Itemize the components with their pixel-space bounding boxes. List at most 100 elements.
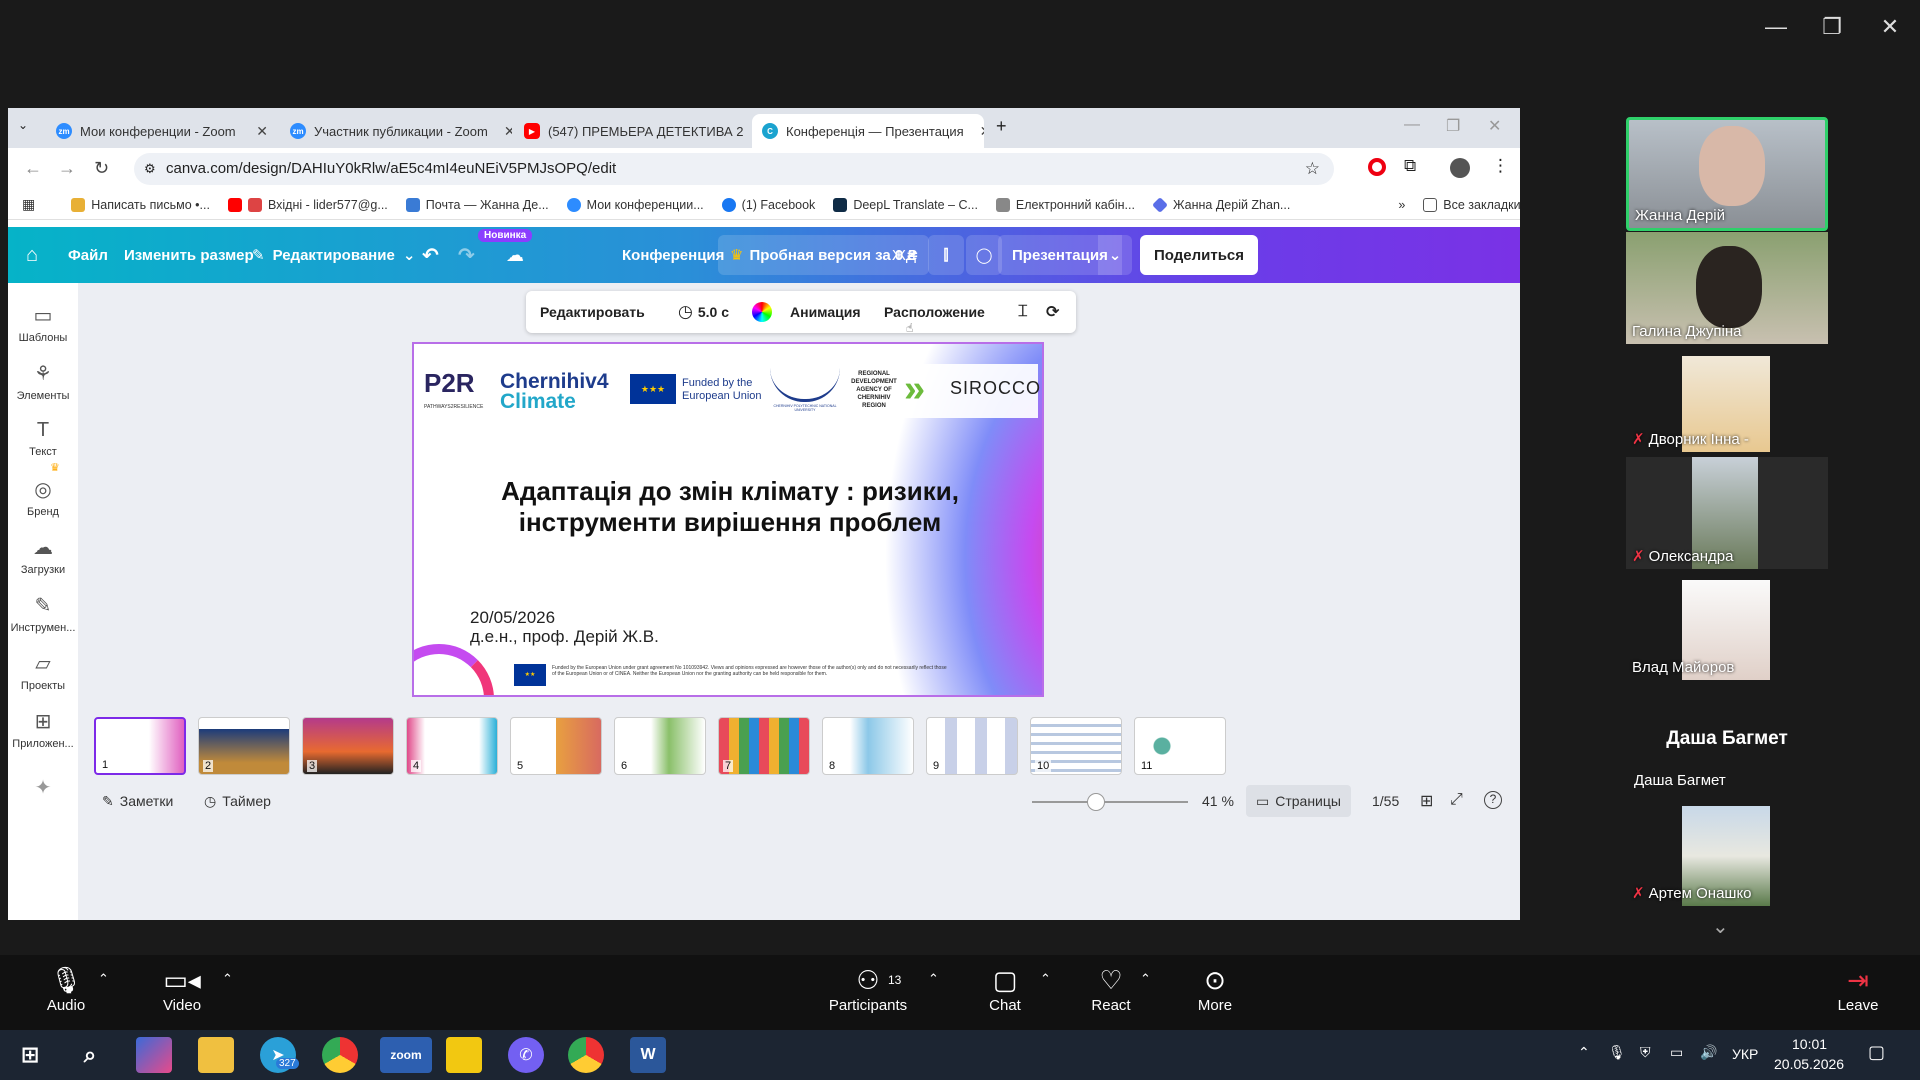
animation-button[interactable]: Анимация bbox=[790, 291, 861, 333]
audio-button[interactable]: 🎙 Audio bbox=[36, 955, 96, 1030]
site-info-icon[interactable]: ⚙ bbox=[144, 153, 156, 185]
bookmark-item[interactable]: Жанна Дерій Zhan... bbox=[1152, 196, 1290, 213]
reload-icon[interactable]: ↻ bbox=[94, 158, 109, 179]
zoom-app-icon[interactable]: zoom bbox=[380, 1037, 432, 1073]
sidebar-item-tools[interactable]: ✎ Инструмен... bbox=[8, 593, 78, 634]
participant-video-inna[interactable]: ✗ Дворник Інна - bbox=[1626, 356, 1828, 452]
notes-button[interactable]: ✎ Заметки bbox=[102, 793, 173, 810]
volume-tray-icon[interactable]: 🔊 bbox=[1700, 1044, 1717, 1061]
forward-icon[interactable]: → bbox=[58, 158, 76, 179]
file-menu[interactable]: Файл bbox=[68, 227, 108, 283]
thumbnail-page[interactable]: 11 bbox=[1134, 717, 1226, 775]
bookmark-item[interactable]: Електронний кабін... bbox=[995, 197, 1135, 212]
editing-dropdown[interactable]: ✎ Редактирование ⌄ bbox=[252, 227, 415, 283]
windows-start-icon[interactable]: ⊞ bbox=[12, 1037, 48, 1073]
participant-video-vlad[interactable]: Влад Майоров bbox=[1626, 580, 1828, 680]
tab-zoom-participant[interactable]: zm Участник публикации - Zoom ✕ bbox=[280, 114, 512, 148]
restore-button[interactable]: ❐ bbox=[1812, 14, 1852, 40]
sidebar-item-apps[interactable]: ⊞ Приложен... bbox=[8, 709, 78, 750]
url-field[interactable]: ⚙ canva.com/design/DAHIuY0kRlw/aE5c4mI4e… bbox=[134, 153, 1334, 185]
thumbnail-page[interactable]: 1 bbox=[94, 717, 186, 775]
minimize-button[interactable]: — bbox=[1756, 14, 1796, 40]
file-explorer-icon[interactable] bbox=[198, 1037, 234, 1073]
thumbnail-page[interactable]: 9 bbox=[926, 717, 1018, 775]
thumbnail-page[interactable]: 2 bbox=[198, 717, 290, 775]
search-icon[interactable]: ⌕ bbox=[72, 1037, 108, 1073]
analytics-icon[interactable]: ⫿ bbox=[928, 235, 964, 275]
react-button[interactable]: ♡ React bbox=[1084, 955, 1138, 1030]
chat-options-icon[interactable]: ⌃ bbox=[1040, 971, 1051, 987]
participant-video-halyna[interactable]: Галина Джупіна bbox=[1626, 232, 1828, 344]
network-tray-icon[interactable]: ▭ bbox=[1670, 1044, 1683, 1061]
browser-close-icon[interactable]: ✕ bbox=[1488, 116, 1501, 136]
thumbnail-page[interactable]: 3 bbox=[302, 717, 394, 775]
menu-icon[interactable]: ⋮ bbox=[1492, 156, 1509, 176]
participant-video-oleksandra[interactable]: ✗ Олександра bbox=[1626, 457, 1828, 569]
audio-options-icon[interactable]: ⌃ bbox=[98, 971, 109, 987]
close-icon[interactable]: ✕ bbox=[496, 123, 512, 140]
new-tab-icon[interactable]: + bbox=[996, 116, 1007, 137]
browser-minimize-icon[interactable]: — bbox=[1404, 116, 1420, 134]
pages-button[interactable]: ▭ Страницы bbox=[1246, 785, 1351, 817]
clock-time[interactable]: 10:01 bbox=[1792, 1036, 1827, 1052]
browser-restore-icon[interactable]: ❐ bbox=[1446, 116, 1460, 136]
cloud-save-icon[interactable]: ☁ bbox=[506, 227, 524, 283]
profile-avatar-icon[interactable] bbox=[1450, 158, 1470, 178]
comment-icon[interactable]: ◯ bbox=[966, 235, 1002, 275]
bookmark-item[interactable]: Мои конференции... bbox=[566, 197, 704, 212]
zoom-slider-handle[interactable] bbox=[1087, 793, 1105, 811]
sidebar-item-text[interactable]: T Текст bbox=[8, 419, 78, 458]
tab-youtube[interactable]: ▶ (547) ПРЕМЬЕРА ДЕТЕКТИВА 2 ✕ bbox=[514, 114, 746, 148]
tray-chevron-icon[interactable]: ⌃ bbox=[1578, 1044, 1590, 1061]
bookmark-star-icon[interactable]: ☆ bbox=[1305, 153, 1320, 185]
all-bookmarks[interactable]: Все закладки bbox=[1423, 197, 1520, 212]
zoom-slider[interactable] bbox=[1032, 793, 1188, 811]
grid-view-icon[interactable]: ⊞ bbox=[1420, 791, 1433, 811]
chrome-profile-icon[interactable] bbox=[568, 1037, 604, 1073]
leave-button[interactable]: ⇥ Leave bbox=[1830, 955, 1886, 1030]
share-button[interactable]: Поделиться bbox=[1140, 235, 1259, 275]
bookmark-item[interactable]: Почта — Жанна Де... bbox=[405, 197, 549, 212]
chrome-icon[interactable] bbox=[322, 1037, 358, 1073]
sidebar-item-brand[interactable]: ♛ ◎ Бренд bbox=[8, 462, 78, 518]
undo-icon[interactable]: ↶ bbox=[422, 227, 439, 283]
refresh-icon[interactable]: ⟳ bbox=[1046, 291, 1059, 333]
document-title[interactable]: Конференция bbox=[622, 227, 724, 283]
timer-button[interactable]: ◷ Таймер bbox=[204, 793, 271, 810]
thumbnail-page[interactable]: 4 bbox=[406, 717, 498, 775]
thumbnail-page[interactable]: 10 bbox=[1030, 717, 1122, 775]
bookmark-item[interactable]: (1) Facebook bbox=[721, 197, 815, 212]
sidebar-item-elements[interactable]: ⚘ Элементы bbox=[8, 361, 78, 402]
video-options-icon[interactable]: ⌃ bbox=[222, 971, 233, 987]
tab-zoom-conferences[interactable]: zm Мои конференции - Zoom ✕ bbox=[46, 114, 278, 148]
sidebar-item-uploads[interactable]: ☁ Загрузки bbox=[8, 535, 78, 576]
tab-search-icon[interactable]: ⌄ bbox=[18, 118, 28, 132]
thumbnail-page[interactable]: 5 bbox=[510, 717, 602, 775]
viber-icon[interactable]: ✆ bbox=[508, 1037, 544, 1073]
notifications-icon[interactable]: ▢ bbox=[1868, 1042, 1885, 1063]
participant-video-zhanna[interactable]: Жанна Дерій bbox=[1626, 117, 1828, 231]
microphone-tray-icon[interactable]: 🎙 bbox=[1608, 1044, 1626, 1061]
gallery-scroll-down-icon[interactable]: ⌄ bbox=[1712, 914, 1729, 939]
slide-canvas[interactable]: P2R PATHWAYS2RESILIENCE Chernihiv4 Clima… bbox=[412, 342, 1044, 697]
close-icon[interactable]: ✕ bbox=[972, 123, 984, 140]
present-chevron-icon[interactable]: ⌄ bbox=[1098, 235, 1132, 275]
close-icon[interactable]: ✕ bbox=[248, 123, 268, 140]
zoom-level[interactable]: 41 % bbox=[1202, 793, 1234, 809]
fullscreen-icon[interactable]: ⤢ bbox=[1450, 791, 1463, 809]
extensions-icon[interactable]: ⧉ bbox=[1404, 156, 1416, 176]
task-view-icon[interactable] bbox=[136, 1037, 172, 1073]
more-bookmarks-icon[interactable]: » bbox=[1398, 198, 1405, 212]
bookmark-item[interactable]: Написать письмо •... bbox=[71, 197, 210, 212]
bookmark-item[interactable]: Вхідні - lider577@g... bbox=[227, 197, 388, 212]
back-icon[interactable]: ← bbox=[24, 158, 42, 179]
user-avatar[interactable]: ЖД bbox=[892, 227, 916, 283]
apps-grid-icon[interactable]: ▦ bbox=[22, 196, 35, 213]
thumbnail-page[interactable]: 6 bbox=[614, 717, 706, 775]
clock-date[interactable]: 20.05.2026 bbox=[1774, 1056, 1844, 1072]
tab-canva[interactable]: C Конференція — Презентация ✕ bbox=[752, 114, 984, 148]
position-button[interactable]: Расположение bbox=[884, 291, 985, 333]
chat-button[interactable]: ▢ Chat bbox=[980, 955, 1030, 1030]
thumbnail-page[interactable]: 8 bbox=[822, 717, 914, 775]
sidebar-item-projects[interactable]: ▱ Проекты bbox=[8, 651, 78, 692]
